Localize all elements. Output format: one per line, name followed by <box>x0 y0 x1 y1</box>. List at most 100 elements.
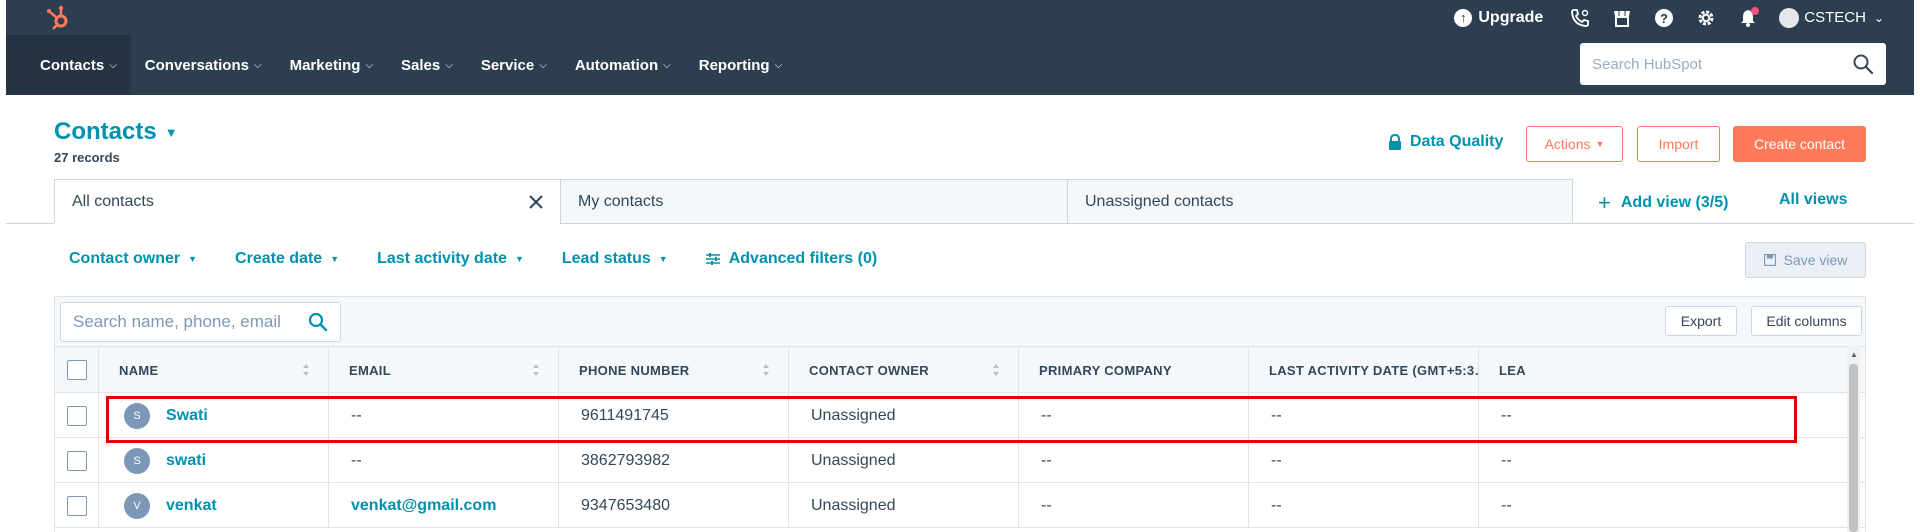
edit-columns-button[interactable]: Edit columns <box>1751 306 1862 336</box>
nav-item-label: Contacts <box>40 56 105 74</box>
column-header-label: LAST ACTIVITY DATE (GMT+5:3… <box>1269 362 1479 378</box>
column-header-phone-number[interactable]: PHONE NUMBER <box>559 347 789 393</box>
avatar: V <box>124 492 150 519</box>
save-view-label: Save view <box>1783 252 1848 268</box>
notifications-bell-icon[interactable] <box>1737 6 1760 29</box>
filter-lead-status[interactable]: Lead status ▼ <box>562 250 668 268</box>
tab-unassigned-contacts[interactable]: Unassigned contacts <box>1067 179 1573 224</box>
caret-down-icon: ▼ <box>1595 139 1605 149</box>
column-header-label: NAME <box>119 362 159 378</box>
cell-email: venkat@gmail.com <box>329 483 559 528</box>
filter-contact-owner[interactable]: Contact owner ▼ <box>69 250 197 268</box>
help-icon[interactable]: ? <box>1653 7 1675 29</box>
search-icon[interactable] <box>1852 53 1874 75</box>
select-all-checkbox[interactable] <box>66 360 87 380</box>
table-search <box>60 302 341 342</box>
filter-label: Lead status <box>561 250 651 267</box>
row-checkbox[interactable] <box>66 450 87 471</box>
filter-label: Last activity date <box>377 250 507 267</box>
advanced-filters-button[interactable]: Advanced filters (0) <box>705 250 878 268</box>
column-header-primary-company[interactable]: PRIMARY COMPANY <box>1019 347 1249 393</box>
contact-name-link[interactable]: venkat <box>166 497 217 515</box>
sort-icon[interactable] <box>992 363 1000 377</box>
cell-contact-owner[interactable]: Unassigned <box>789 483 1019 528</box>
tab-all-contacts[interactable]: All contacts <box>54 179 561 224</box>
nav-item-sales[interactable]: Sales ⌵ <box>387 35 467 95</box>
page-title[interactable]: Contacts ▼ <box>54 118 178 146</box>
row-checkbox[interactable] <box>66 405 87 426</box>
add-view-button[interactable]: + Add view (3/5) <box>1598 190 1728 216</box>
settings-gear-icon[interactable] <box>1695 7 1717 29</box>
advanced-filters-label: Advanced filters (0) <box>728 250 878 267</box>
account-menu[interactable]: CSTECH ⌄ <box>1779 7 1884 28</box>
caret-down-icon: ▼ <box>658 254 668 264</box>
cell-lead-status: -- <box>1501 406 1512 424</box>
filter-create-date[interactable]: Create date ▼ <box>235 250 339 268</box>
tab-label: My contacts <box>578 192 664 210</box>
actions-button[interactable]: Actions ▼ <box>1526 126 1623 162</box>
hubspot-logo-icon[interactable] <box>42 3 72 33</box>
table-header: NAME EMAIL PHONE NUMBER CONTACT OWNER PR… <box>55 347 1865 393</box>
table-search-input[interactable] <box>73 312 302 332</box>
table-row[interactable]: S swati -- 3862793982 Unassigned -- -- -… <box>55 438 1865 483</box>
search-icon[interactable] <box>308 312 328 332</box>
data-quality-label: Data Quality <box>1410 133 1504 150</box>
marketplace-icon[interactable] <box>1611 7 1633 29</box>
table-row[interactable]: V venkat venkat@gmail.com 9347653480 Una… <box>55 483 1865 528</box>
table-vertical-scrollbar[interactable]: ▲ <box>1847 346 1860 532</box>
cell-last-activity: -- <box>1249 393 1479 438</box>
calling-icon[interactable] <box>1569 7 1591 29</box>
nav-item-contacts[interactable]: Contacts ⌵ <box>6 35 131 95</box>
scrollbar-thumb[interactable] <box>1849 364 1858 532</box>
nav-item-marketing[interactable]: Marketing ⌵ <box>276 35 387 95</box>
cell-primary-company: -- <box>1019 393 1249 438</box>
sort-icon[interactable] <box>762 363 770 377</box>
sort-icon[interactable] <box>532 363 540 377</box>
cell-phone: 9611491745 <box>559 393 789 438</box>
upgrade-button[interactable]: ↑ Upgrade <box>1454 8 1543 27</box>
caret-down-icon: ▼ <box>514 254 524 264</box>
table-row[interactable]: S Swati -- 9611491745 Unassigned -- -- -… <box>55 393 1865 438</box>
export-button[interactable]: Export <box>1665 306 1737 336</box>
data-quality-link[interactable]: Data Quality <box>1388 133 1503 151</box>
create-contact-label: Create contact <box>1753 136 1846 152</box>
column-header-contact-owner[interactable]: CONTACT OWNER <box>789 347 1019 393</box>
caret-down-icon: ▼ <box>330 254 340 264</box>
cell-last-activity: -- <box>1249 438 1479 483</box>
svg-text:?: ? <box>1660 11 1668 26</box>
cell-phone: 9347653480 <box>559 483 789 528</box>
column-header-lead-status[interactable]: LEA <box>1479 347 1539 393</box>
email-link[interactable]: venkat@gmail.com <box>351 497 496 515</box>
chevron-down-icon: ⌵ <box>774 59 783 71</box>
page-title-text: Contacts <box>54 118 157 145</box>
column-header-last-activity-date[interactable]: LAST ACTIVITY DATE (GMT+5:3… <box>1249 347 1479 393</box>
sort-icon[interactable] <box>302 363 310 377</box>
all-views-link[interactable]: All views <box>1779 191 1847 209</box>
import-button[interactable]: Import <box>1637 126 1720 162</box>
account-name: CSTECH <box>1804 9 1866 26</box>
cell-name: S Swati <box>99 393 329 438</box>
create-contact-button[interactable]: Create contact <box>1733 126 1866 162</box>
import-label: Import <box>1658 136 1699 152</box>
column-header-email[interactable]: EMAIL <box>329 347 559 393</box>
scroll-up-arrow-icon[interactable]: ▲ <box>1850 350 1858 359</box>
global-search-input[interactable] <box>1592 55 1852 73</box>
nav-item-automation[interactable]: Automation ⌵ <box>561 35 685 95</box>
contact-name-link[interactable]: swati <box>166 452 206 470</box>
save-disk-icon <box>1763 254 1776 266</box>
close-icon[interactable] <box>526 192 546 212</box>
lock-icon <box>1389 134 1401 150</box>
filter-last-activity-date[interactable]: Last activity date ▼ <box>377 250 524 268</box>
save-view-button[interactable]: Save view <box>1745 242 1866 278</box>
nav-item-reporting[interactable]: Reporting ⌵ <box>685 35 796 95</box>
caret-down-icon: ▼ <box>164 124 178 140</box>
tab-my-contacts[interactable]: My contacts <box>560 179 1068 224</box>
row-checkbox[interactable] <box>66 495 87 516</box>
column-header-name[interactable]: NAME <box>99 347 329 393</box>
upgrade-arrow-icon: ↑ <box>1454 8 1473 27</box>
nav-item-service[interactable]: Service ⌵ <box>467 35 561 95</box>
cell-contact-owner[interactable]: Unassigned <box>789 438 1019 483</box>
cell-contact-owner[interactable]: Unassigned <box>789 393 1019 438</box>
contact-name-link[interactable]: Swati <box>166 407 208 425</box>
nav-item-conversations[interactable]: Conversations ⌵ <box>131 35 276 95</box>
